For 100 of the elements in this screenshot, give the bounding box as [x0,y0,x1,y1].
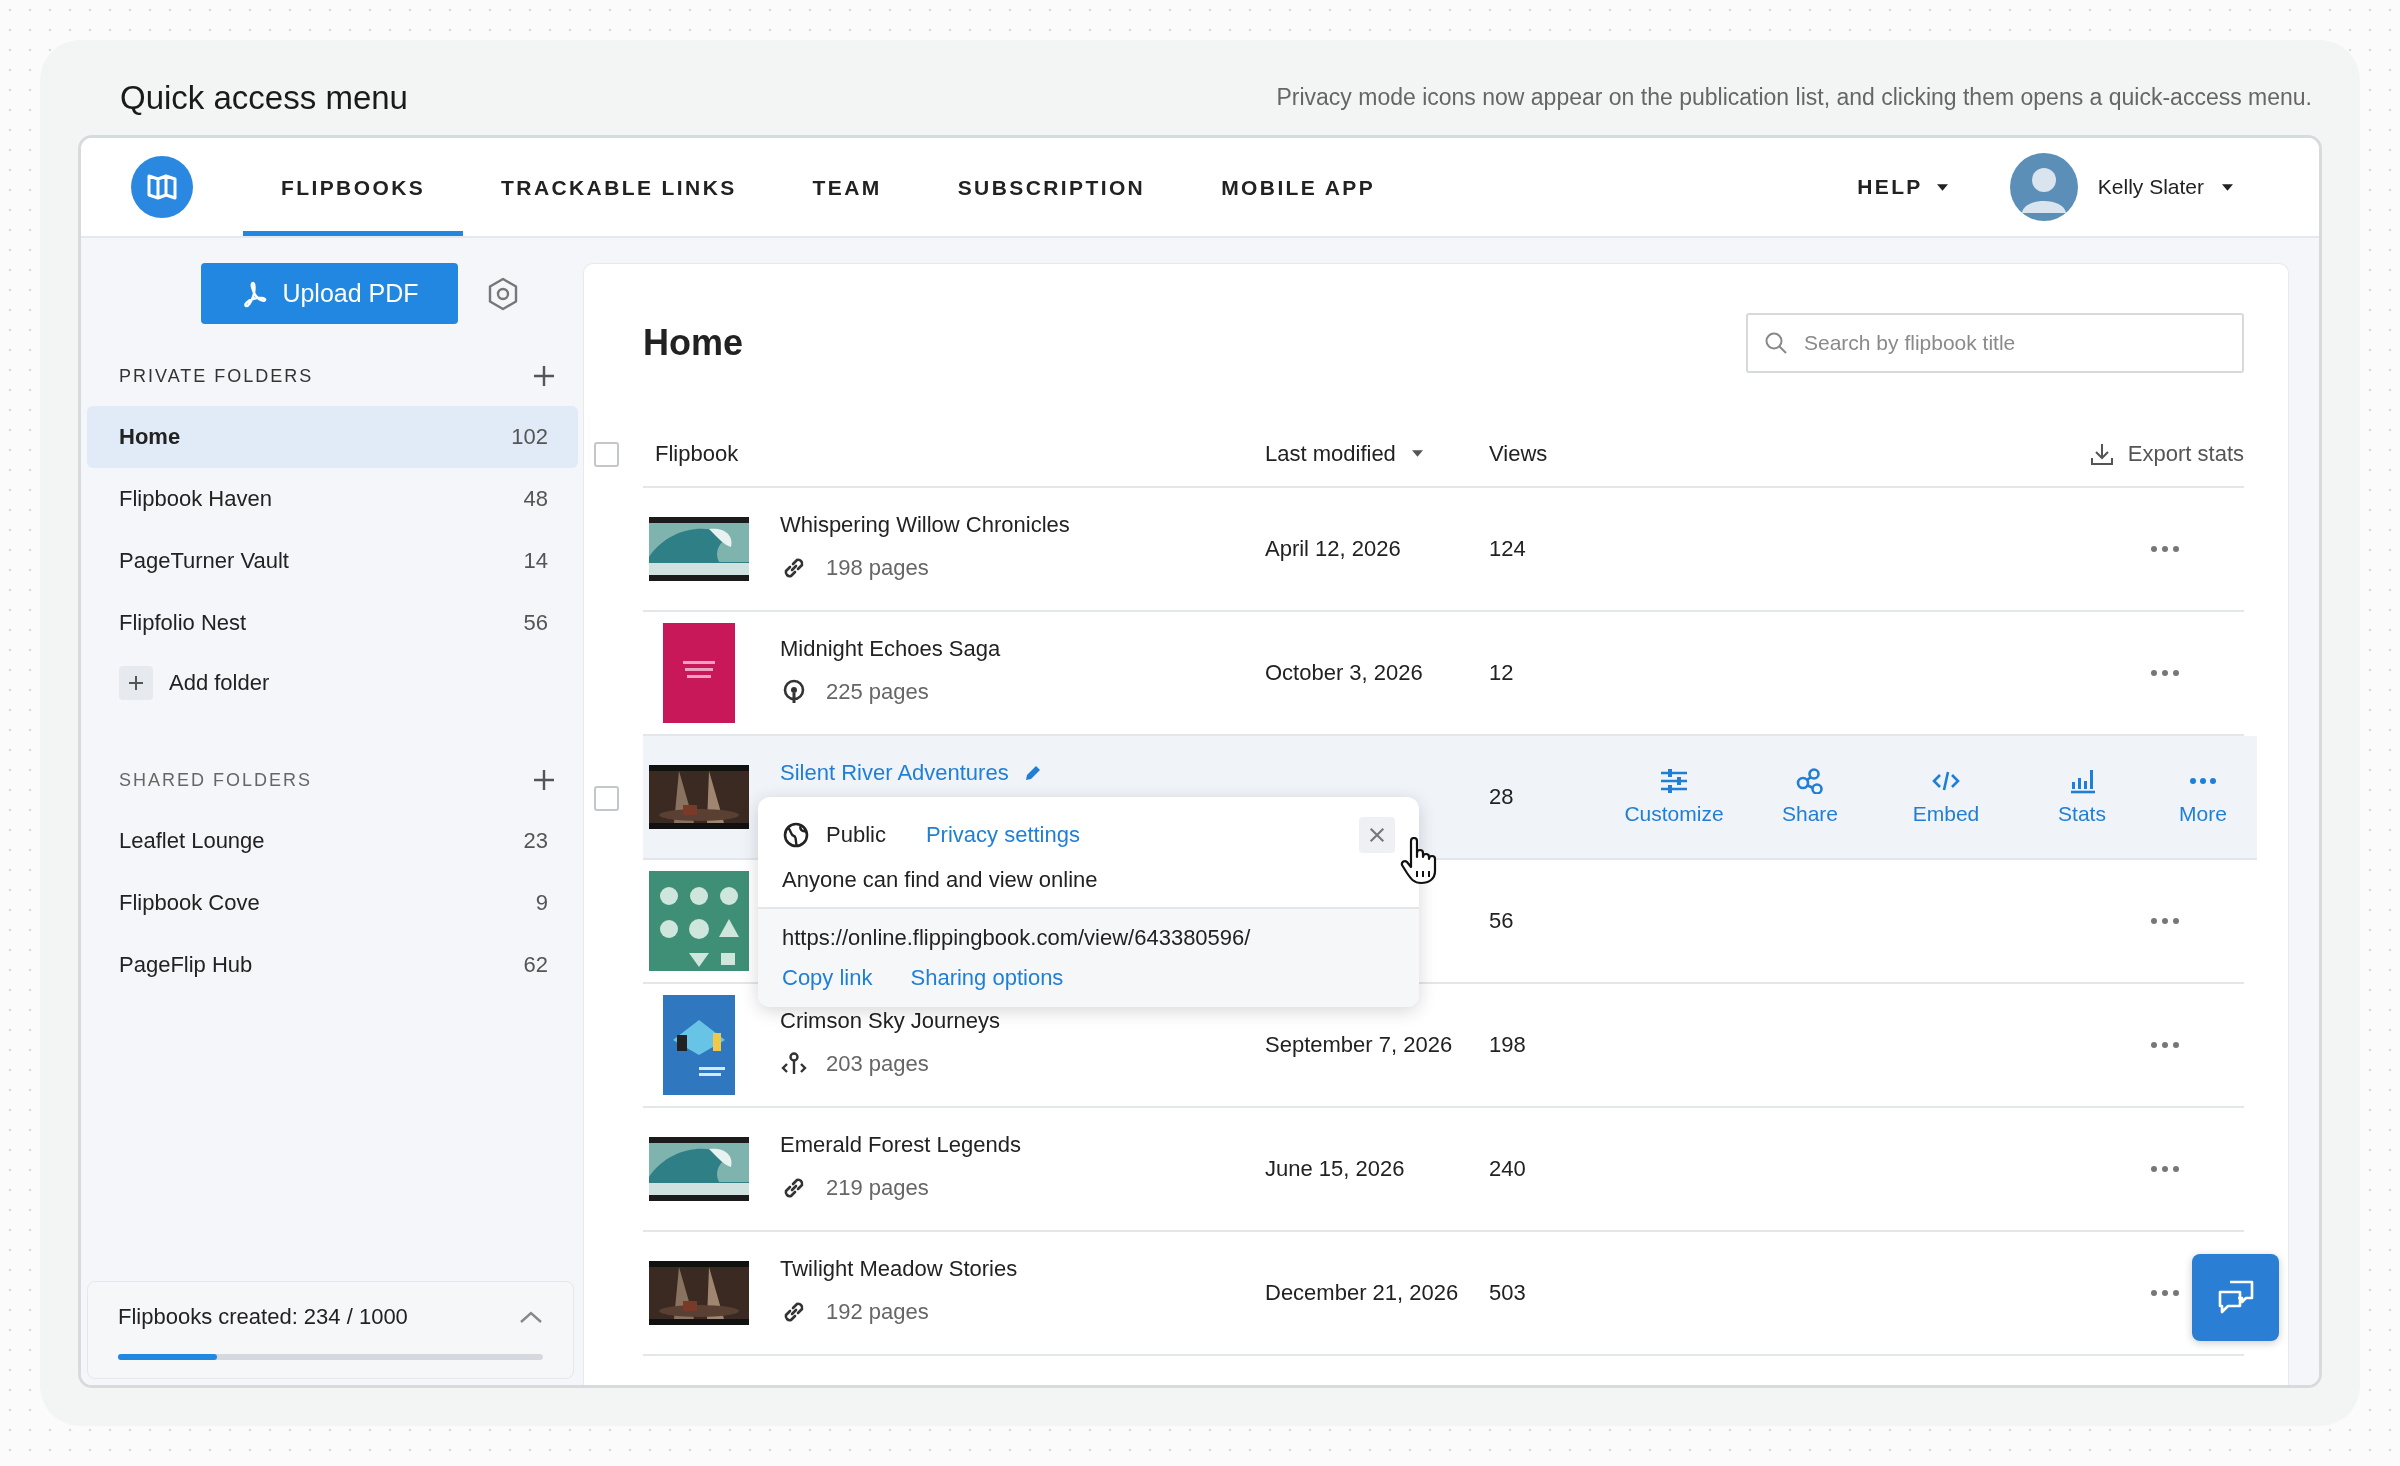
page-count: 203 pages [826,1051,929,1077]
settings-icon[interactable] [486,276,520,311]
download-icon [2089,441,2114,466]
nav-tab[interactable]: TEAM [774,138,920,236]
add-folder-label: Add folder [169,670,270,696]
plus-icon[interactable] [532,364,556,388]
chat-button[interactable] [2192,1254,2279,1341]
date-cell: December 21, 2026 [1265,1280,1459,1305]
item-count: 23 [523,828,548,854]
folder-item[interactable]: Home 102 [87,406,578,468]
flipbook-title: Whispering Willow Chronicles [780,512,1070,538]
folder-name: Flipbook Haven [119,486,272,512]
item-count: 62 [523,952,548,978]
column-header: Views [1489,440,1549,467]
flipbook-title[interactable]: Silent River Adventures [780,760,1009,786]
action-button[interactable]: More [2153,768,2253,826]
search-field[interactable]: Search by flipbook title [1746,312,2244,373]
upload-pdf-button[interactable]: Upload PDF [201,263,458,324]
flipbook-title: Emerald Forest Legends [780,1132,1021,1158]
folder-item[interactable]: Flipbook Haven 48 [87,468,578,530]
plus-icon [119,666,153,700]
page-count: 198 pages [826,555,929,581]
caret-icon [2222,183,2233,191]
page-description: Privacy mode icons now appear on the publication list, and clicking them opens a quick-access menu. [1276,84,2312,111]
more-icon[interactable] [2150,1165,2180,1173]
folder-item[interactable]: Leaflet Lounge 23 [87,810,578,872]
folder-name: PageTurner Vault [119,548,289,574]
action-button[interactable]: Customize [1609,768,1739,826]
item-count: 56 [523,610,548,636]
globe-icon [782,821,810,849]
action-button[interactable]: Share [1745,768,1875,826]
page-count: 219 pages [826,1175,929,1201]
page-title: Quick access menu [120,78,408,117]
user-menu[interactable]: Kelly Slater [2091,174,2239,200]
nav-tab[interactable]: SUBSCRIPTION [919,138,1184,236]
caret-icon [1936,183,1948,191]
sort-header[interactable]: Last modified [1265,440,1489,467]
more-icon [2188,777,2218,785]
close-button[interactable] [1359,817,1395,853]
item-count: 48 [523,486,548,512]
nav-tab[interactable]: MOBILE APP [1183,138,1414,236]
date-cell: April 12, 2026 [1265,536,1401,561]
date-cell: October 3, 2026 [1265,660,1423,685]
views-cell: 124 [1489,536,1526,561]
item-count: 102 [511,424,548,450]
caret-icon [1411,450,1423,457]
item-count: 14 [523,548,548,574]
section-heading: PRIVATE FOLDERS [119,365,314,387]
views-cell: 12 [1489,660,1514,685]
action-button[interactable]: Embed [1881,768,2011,826]
logo-icon[interactable] [131,156,193,218]
folder-name: Flipfolio Nest [119,610,247,636]
usage-label: Flipbooks created: 234 / 1000 [118,1304,408,1330]
more-icon[interactable] [2150,545,2180,553]
more-icon[interactable] [2150,669,2180,677]
nav-tab[interactable]: TRACKABLE LINKS [463,138,775,236]
folder-item[interactable]: Flipbook Cove 9 [87,872,578,934]
action-button[interactable]: Stats [2017,768,2147,826]
row-checkbox[interactable] [594,785,619,811]
date-cell: June 15, 2026 [1265,1156,1405,1181]
add-folder-button[interactable]: Add folder [87,654,270,700]
column-header: Flipbook [654,440,740,467]
more-icon[interactable] [2150,917,2180,925]
help-menu[interactable]: HELP [1851,174,1954,200]
privacy-mode: Public [826,822,886,848]
privacy-description: Anyone can find and view online [782,867,1099,893]
views-cell: 240 [1489,1156,1526,1181]
flipbook-title: Twilight Meadow Stories [780,1256,1018,1282]
folder-name: Home [119,424,181,450]
folder-name: PageFlip Hub [119,952,253,978]
flipbook-title: Midnight Echoes Saga [780,636,1001,662]
share-icon [1795,768,1825,794]
date-cell: September 7, 2026 [1265,1032,1453,1057]
views-cell: 28 [1489,784,1514,809]
item-count: 9 [535,890,548,916]
select-all-checkbox[interactable] [594,442,619,467]
folder-title: Home [643,321,744,364]
folder-name: Flipbook Cove [119,890,260,916]
views-cell: 198 [1489,1032,1526,1057]
sliders-icon [1659,768,1689,794]
chevron-up-icon[interactable] [519,1310,543,1324]
section-heading: SHARED FOLDERS [119,769,313,791]
close-icon [1368,826,1386,844]
flipbook-url: https://online.flippingbook.com/view/643380596/ [782,925,1252,951]
search-icon [1764,330,1788,355]
views-cell: 56 [1489,908,1514,933]
folder-name: Leaflet Lounge [119,828,265,854]
export-stats-button[interactable]: Export stats [2089,440,2244,467]
folder-item[interactable]: PageTurner Vault 14 [87,530,578,592]
more-icon[interactable] [2150,1289,2180,1297]
avatar[interactable] [2009,153,2078,221]
popup-link[interactable]: Copy link [782,965,873,991]
more-icon[interactable] [2150,1041,2180,1049]
folder-item[interactable]: PageFlip Hub 62 [87,934,578,996]
views-cell: 503 [1489,1280,1526,1305]
plus-icon[interactable] [532,768,556,792]
popup-link[interactable]: Sharing options [910,965,1064,991]
privacy-settings-link[interactable]: Privacy settings [925,822,1080,848]
page-count: 192 pages [826,1299,929,1325]
folder-item[interactable]: Flipfolio Nest 56 [87,592,578,654]
